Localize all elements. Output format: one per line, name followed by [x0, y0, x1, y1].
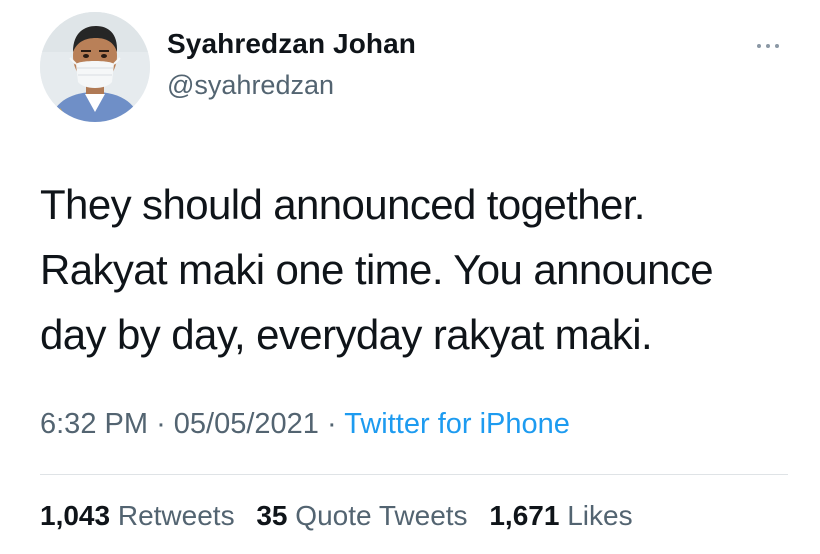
quote-tweets-label: Quote Tweets	[295, 500, 468, 531]
avatar[interactable]	[40, 12, 150, 122]
likes-label: Likes	[567, 500, 633, 531]
avatar-photo	[40, 12, 150, 122]
retweets-label: Retweets	[117, 500, 235, 531]
divider	[40, 474, 788, 475]
tweet-text: They should announced together. Rakyat m…	[40, 172, 780, 367]
likes-stat[interactable]: 1,671 Likes	[489, 500, 632, 531]
likes-count: 1,671	[489, 500, 560, 531]
meta-separator: ·	[156, 408, 166, 440]
quote-tweets-count: 35	[256, 500, 288, 531]
tweet-meta: 6:32 PM · 05/05/2021 · Twitter for iPhon…	[40, 408, 570, 441]
author-handle[interactable]: @syahredzan	[167, 70, 334, 101]
more-horizontal-icon-dot	[775, 44, 779, 48]
tweet-date[interactable]: 05/05/2021	[174, 408, 319, 440]
author-name[interactable]: Syahredzan Johan	[167, 28, 416, 60]
tweet-time[interactable]: 6:32 PM	[40, 408, 148, 440]
more-horizontal-icon-dot	[766, 44, 770, 48]
quote-tweets-stat[interactable]: 35 Quote Tweets	[256, 500, 467, 531]
tweet-source-link[interactable]: Twitter for iPhone	[344, 408, 570, 440]
more-horizontal-icon	[757, 44, 761, 48]
tweet-text-line: Rakyat maki one time. You announce	[40, 246, 714, 293]
meta-separator: ·	[327, 408, 337, 440]
tweet-text-line: They should announced together.	[40, 181, 645, 228]
tweet-stats: 1,043 Retweets 35 Quote Tweets 1,671 Lik…	[40, 500, 647, 532]
retweets-stat[interactable]: 1,043 Retweets	[40, 500, 235, 531]
more-options-button[interactable]	[748, 34, 788, 58]
tweet-card: Syahredzan Johan @syahredzan They should…	[0, 0, 820, 554]
tweet-text-line: day by day, everyday rakyat maki.	[40, 311, 653, 358]
retweets-count: 1,043	[40, 500, 111, 531]
